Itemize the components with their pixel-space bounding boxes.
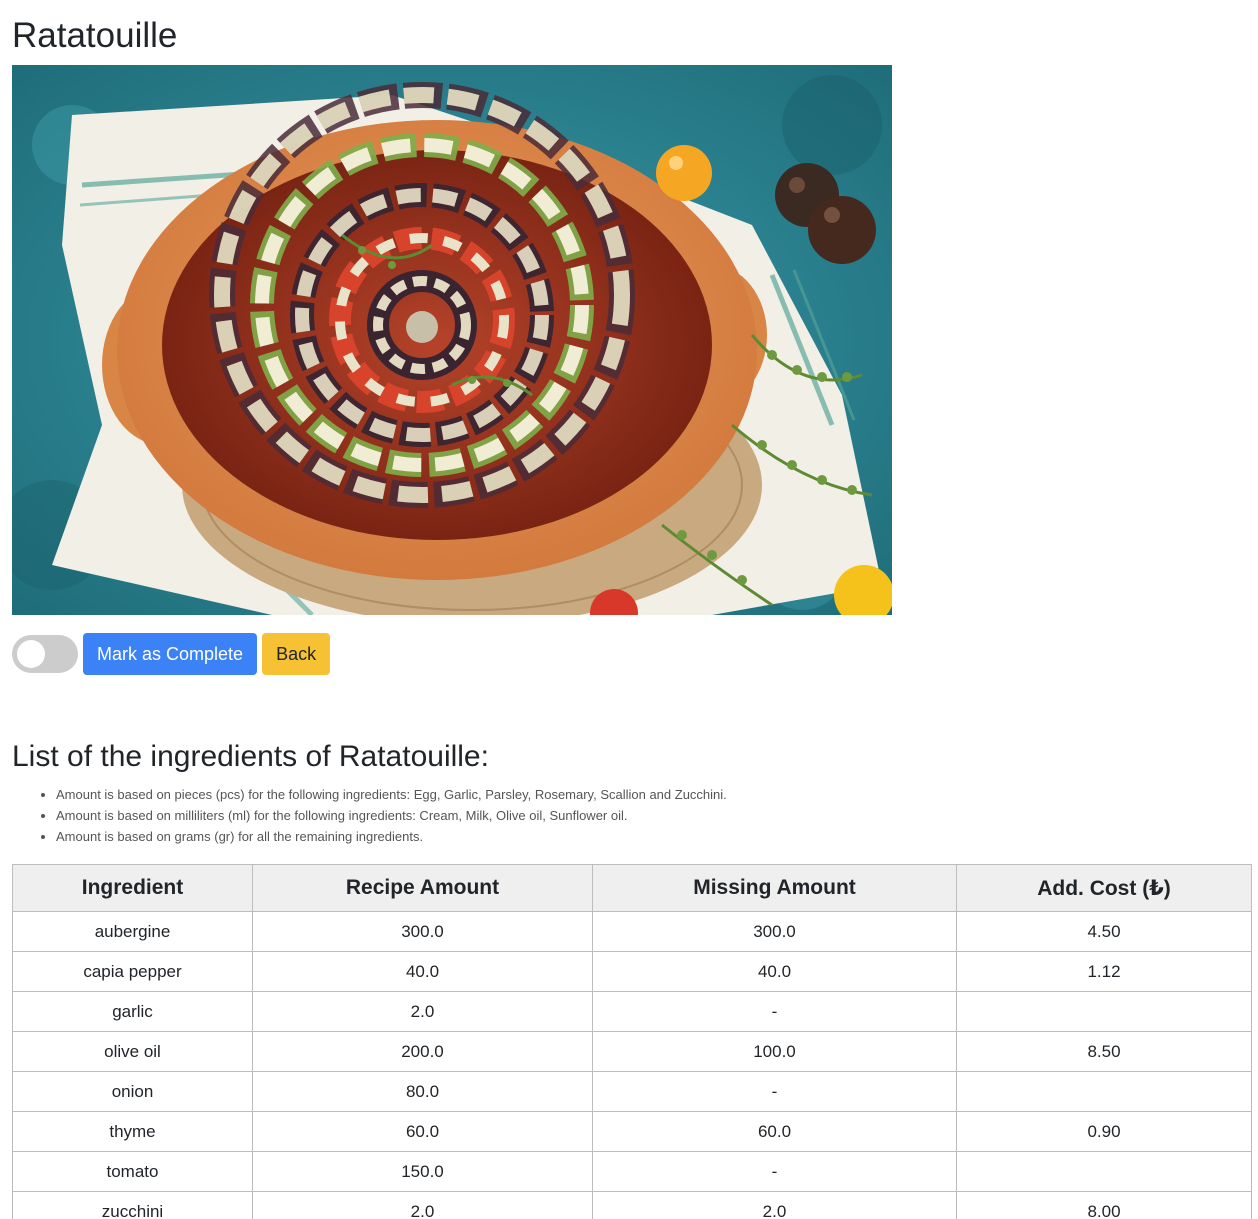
table-row: olive oil 200.0 100.0 8.50 (12, 1031, 1252, 1072)
ingredient-cell: garlic (12, 991, 253, 1032)
recipe-image (12, 65, 892, 615)
recipe-amount-cell: 2.0 (252, 991, 593, 1032)
recipe-page: Ratatouille Mark as Complete Back List o… (0, 0, 1258, 1219)
table-row: aubergine 300.0 300.0 4.50 (12, 911, 1252, 952)
recipe-amount-cell: 40.0 (252, 951, 593, 992)
amount-note: Amount is based on grams (gr) for all th… (56, 826, 727, 847)
add-cost-cell: 8.50 (956, 1031, 1252, 1072)
amount-note: Amount is based on pieces (pcs) for the … (56, 784, 727, 805)
table-row: zucchini 2.0 2.0 8.00 (12, 1191, 1252, 1219)
add-cost-cell (956, 1151, 1252, 1192)
ingredient-cell: zucchini (12, 1191, 253, 1219)
recipe-amount-cell: 150.0 (252, 1151, 593, 1192)
add-cost-cell: 1.12 (956, 951, 1252, 992)
missing-amount-cell: 40.0 (592, 951, 957, 992)
missing-amount-cell: - (592, 1071, 957, 1112)
ingredients-table: Ingredient Recipe Amount Missing Amount … (12, 864, 1252, 1219)
amount-note: Amount is based on milliliters (ml) for … (56, 805, 727, 826)
add-cost-cell: 8.00 (956, 1191, 1252, 1219)
table-row: thyme 60.0 60.0 0.90 (12, 1111, 1252, 1152)
recipe-amount-cell: 300.0 (252, 911, 593, 952)
ingredient-cell: onion (12, 1071, 253, 1112)
add-cost-cell (956, 991, 1252, 1032)
add-cost-cell: 0.90 (956, 1111, 1252, 1152)
ingredient-cell: olive oil (12, 1031, 253, 1072)
column-header-ingredient: Ingredient (12, 864, 253, 912)
missing-amount-cell: 60.0 (592, 1111, 957, 1152)
table-row: garlic 2.0 - (12, 991, 1252, 1032)
column-header-add-cost: Add. Cost (₺) (956, 864, 1252, 912)
ingredients-heading: List of the ingredients of Ratatouille: (12, 740, 489, 773)
ingredient-cell: tomato (12, 1151, 253, 1192)
recipe-amount-cell: 60.0 (252, 1111, 593, 1152)
recipe-amount-cell: 200.0 (252, 1031, 593, 1072)
recipe-amount-cell: 80.0 (252, 1071, 593, 1112)
missing-amount-cell: 300.0 (592, 911, 957, 952)
table-row: capia pepper 40.0 40.0 1.12 (12, 951, 1252, 992)
back-button[interactable]: Back (262, 633, 331, 675)
amount-notes-list: Amount is based on pieces (pcs) for the … (12, 784, 727, 847)
page-title: Ratatouille (12, 16, 178, 55)
table-row: tomato 150.0 - (12, 1151, 1252, 1192)
mark-complete-button[interactable]: Mark as Complete (83, 633, 258, 675)
missing-amount-cell: 2.0 (592, 1191, 957, 1219)
column-header-recipe-amount: Recipe Amount (252, 864, 593, 912)
add-cost-cell (956, 1071, 1252, 1112)
ingredient-cell: capia pepper (12, 951, 253, 992)
recipe-amount-cell: 2.0 (252, 1191, 593, 1219)
missing-amount-cell: 100.0 (592, 1031, 957, 1072)
toggle-knob (17, 640, 45, 668)
missing-amount-cell: - (592, 1151, 957, 1192)
table-row: onion 80.0 - (12, 1071, 1252, 1112)
add-cost-cell: 4.50 (956, 911, 1252, 952)
ingredient-cell: aubergine (12, 911, 253, 952)
missing-amount-cell: - (592, 991, 957, 1032)
table-header-row: Ingredient Recipe Amount Missing Amount … (12, 864, 1252, 912)
recipe-controls: Mark as Complete Back (12, 633, 331, 675)
ingredient-cell: thyme (12, 1111, 253, 1152)
column-header-missing-amount: Missing Amount (592, 864, 957, 912)
complete-toggle[interactable] (12, 635, 78, 673)
